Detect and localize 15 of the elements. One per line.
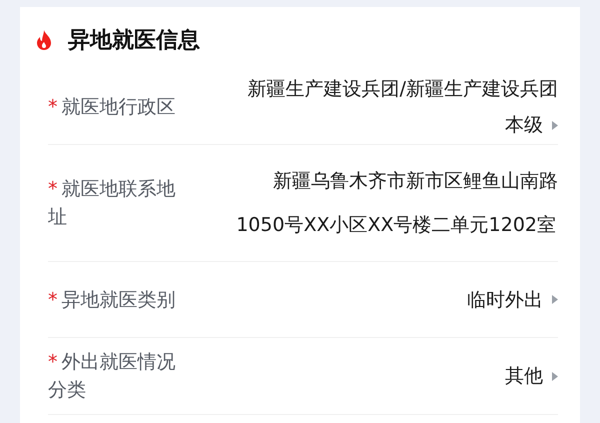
field-label: * 外出就医情况分类 xyxy=(48,350,176,403)
caret-icon[interactable] xyxy=(552,295,558,304)
field-value: 临时外出 xyxy=(467,288,543,312)
flame-icon xyxy=(36,30,52,50)
caret-icon[interactable] xyxy=(552,372,558,380)
caret-icon[interactable] xyxy=(552,120,558,130)
field-value: 其他 xyxy=(505,364,543,389)
field-label: * 就医地行政区 xyxy=(48,95,176,120)
field-value: 本级 xyxy=(505,113,543,138)
field-value: 1050号XX小区XX号楼二单元1202室 xyxy=(236,213,556,238)
field-label: * 就医地联系地址 xyxy=(48,177,176,230)
field-value: 新疆生产建设兵团/新疆生产建设兵团 xyxy=(248,77,558,102)
field-value: 新疆乌鲁木齐市新市区鲤鱼山南路 xyxy=(273,169,558,194)
field-label: * 异地就医类别 xyxy=(48,288,176,312)
section-title: 异地就医信息 xyxy=(68,26,200,54)
